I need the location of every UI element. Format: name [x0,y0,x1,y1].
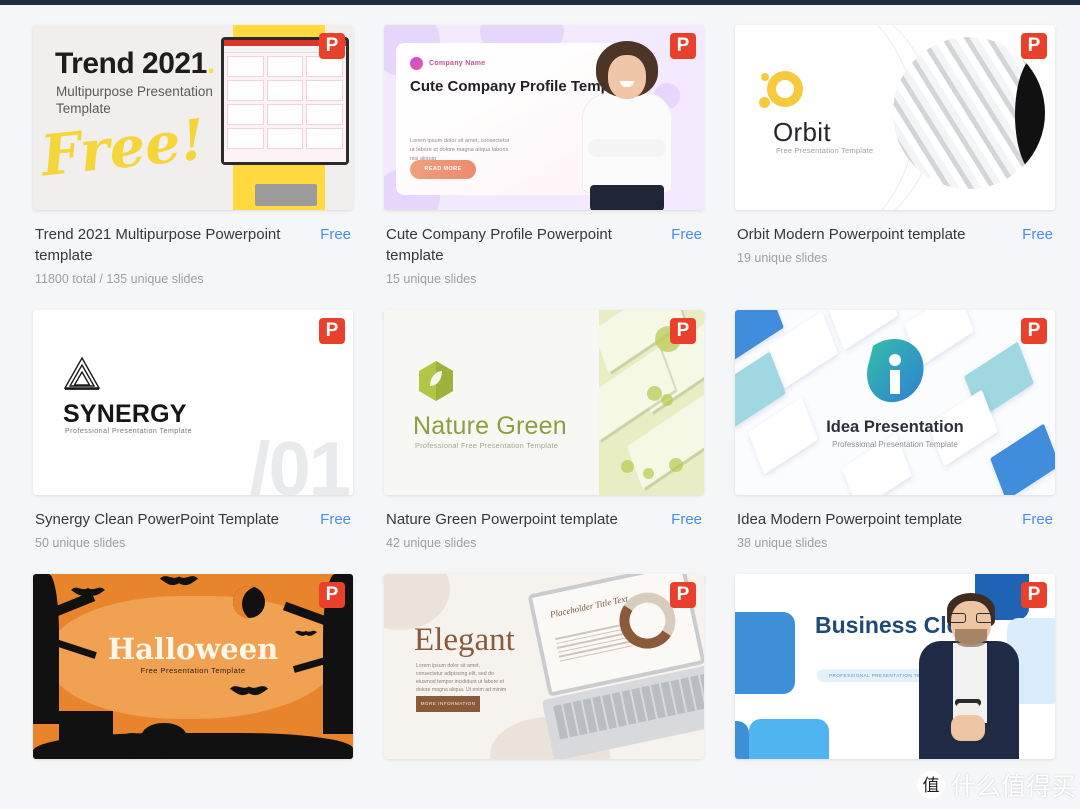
card-meta: Synergy Clean PowerPoint Template Free 5… [33,495,353,550]
card-price-label[interactable]: Free [320,224,351,245]
decor-square [735,721,749,759]
template-card-idea-modern[interactable]: Idea Presentation Professional Presentat… [735,310,1055,550]
bat-icon [229,686,269,696]
businessman-illustration [911,591,1027,759]
powerpoint-badge-icon: P [670,582,696,608]
card-slide-count: 38 unique slides [737,536,828,550]
bat-icon [71,587,105,596]
thumb-subtitle: Professional Presentation Template [65,428,192,435]
thumb-subtitle: Free Presentation Template [140,666,246,675]
powerpoint-badge-icon: P [1021,582,1047,608]
thumb-headline: SYNERGY [63,400,187,428]
card-title[interactable]: Synergy Clean PowerPoint Template [35,509,279,530]
decor-square [735,612,795,694]
watermark-logo-icon: 值 [916,771,945,799]
thumb-headline: Elegant [414,622,515,658]
thumb-subtitle: Professional Presentation Template [832,440,958,449]
person-illustration [570,35,682,210]
card-price-label[interactable]: Free [1022,509,1053,530]
powerpoint-badge-icon: P [319,318,345,344]
card-price-label[interactable]: Free [671,509,702,530]
card-meta: Idea Modern Powerpoint template Free 38 … [735,495,1055,550]
nature-hexagon-leaf-logo-icon [419,361,453,401]
template-thumbnail-orbit[interactable]: Orbit Free Presentation Template P [735,25,1055,210]
card-slide-count: 15 unique slides [386,272,477,286]
watermark-text: 什么值得买 [950,772,1076,801]
powerpoint-badge-icon: P [670,318,696,344]
card-title[interactable]: Orbit Modern Powerpoint template [737,224,965,245]
card-price-label[interactable]: Free [320,509,351,530]
thumb-free-script: Free! [38,106,209,190]
template-thumbnail-idea-modern[interactable]: Idea Presentation Professional Presentat… [735,310,1055,495]
slide-number-watermark: /01 [249,427,351,495]
template-thumbnail-business-clean[interactable]: Business Clean PROFESSIONAL PRESENTATION… [735,574,1055,759]
site-watermark: 值 什么值得买 [916,767,1076,803]
card-slide-count: 19 unique slides [737,251,828,265]
template-thumbnail-elegant[interactable]: Placeholder Title Text Elegant Lorem ips… [384,574,704,759]
template-card-cute-company-profile[interactable]: Company Name Cute Company Profile Templa… [384,25,704,286]
powerpoint-badge-icon: P [1021,318,1047,344]
template-thumbnail-nature-green[interactable]: Nature Green Professional Free Presentat… [384,310,704,495]
powerpoint-badge-icon: P [670,33,696,59]
card-slide-count: 42 unique slides [386,536,477,550]
read-more-button[interactable]: READ MORE [410,160,476,179]
idea-logo-icon [867,339,924,403]
powerpoint-badge-icon: P [319,582,345,608]
bat-icon [159,576,199,586]
thumb-headline: Halloween [107,632,279,666]
orbit-logo-icon [767,71,803,107]
powerpoint-badge-icon: P [319,33,345,59]
card-price-label[interactable]: Free [1022,224,1053,245]
thumb-headline: Trend 2021. [55,47,215,80]
thumb-headline: Orbit [773,117,831,147]
headline-dot: . [206,47,215,80]
template-card-nature-green[interactable]: Nature Green Professional Free Presentat… [384,310,704,550]
template-thumbnail-halloween[interactable]: Halloween Free Presentation Template P [33,574,353,759]
card-meta: Trend 2021 Multipurpose Powerpoint templ… [33,210,353,286]
template-card-trend-2021[interactable]: Trend 2021. Multipurpose Presentation Te… [33,25,353,286]
orbit-logo-dot-icon [761,73,769,81]
template-thumbnail-synergy[interactable]: /01 SYNERGY Professional Presentation Te… [33,310,353,495]
card-meta: Orbit Modern Powerpoint template Free 19… [735,210,1055,265]
thumb-headline: Idea Presentation [826,418,964,436]
orbit-logo-dot-icon [759,97,770,108]
thumb-headline: Nature Green [413,412,567,440]
card-title[interactable]: Cute Company Profile Powerpoint template [386,224,648,266]
template-card-halloween[interactable]: Halloween Free Presentation Template P [33,574,353,759]
card-slide-count: 50 unique slides [35,536,126,550]
sphere-image [893,37,1045,189]
moon-icon [233,586,265,618]
company-logo-icon [410,57,423,70]
powerpoint-badge-icon: P [1021,33,1047,59]
monitor-stand [255,184,317,206]
pumpkin-icon [141,723,187,753]
template-card-orbit[interactable]: Orbit Free Presentation Template P Orbit… [735,25,1055,286]
template-gallery-grid: Trend 2021. Multipurpose Presentation Te… [0,5,1080,759]
castle-icon [59,711,113,749]
thumb-subtitle: Free Presentation Template [776,146,874,155]
more-information-button[interactable]: MORE INFORMATION [416,696,480,712]
template-card-synergy[interactable]: /01 SYNERGY Professional Presentation Te… [33,310,353,550]
card-title[interactable]: Trend 2021 Multipurpose Powerpoint templ… [35,224,297,266]
laptop-screen-title: Placeholder Title Text [549,593,629,620]
template-card-business-clean[interactable]: Business Clean PROFESSIONAL PRESENTATION… [735,574,1055,759]
card-title[interactable]: Nature Green Powerpoint template [386,509,618,530]
card-price-label[interactable]: Free [671,224,702,245]
synergy-triangle-logo-icon [63,356,101,390]
pumpkin-icon [119,733,145,753]
decor-square [749,719,829,759]
card-meta: Nature Green Powerpoint template Free 42… [384,495,704,550]
company-name-label: Company Name [429,60,486,67]
card-meta: Cute Company Profile Powerpoint template… [384,210,704,286]
template-card-elegant[interactable]: Placeholder Title Text Elegant Lorem ips… [384,574,704,759]
template-thumbnail-trend-2021[interactable]: Trend 2021. Multipurpose Presentation Te… [33,25,353,210]
card-title[interactable]: Idea Modern Powerpoint template [737,509,962,530]
company-name-row: Company Name [410,57,486,70]
template-thumbnail-cute-company-profile[interactable]: Company Name Cute Company Profile Templa… [384,25,704,210]
thumb-subtitle: Professional Free Presentation Template [415,441,559,450]
card-slide-count: 11800 total / 135 unique slides [35,272,204,286]
